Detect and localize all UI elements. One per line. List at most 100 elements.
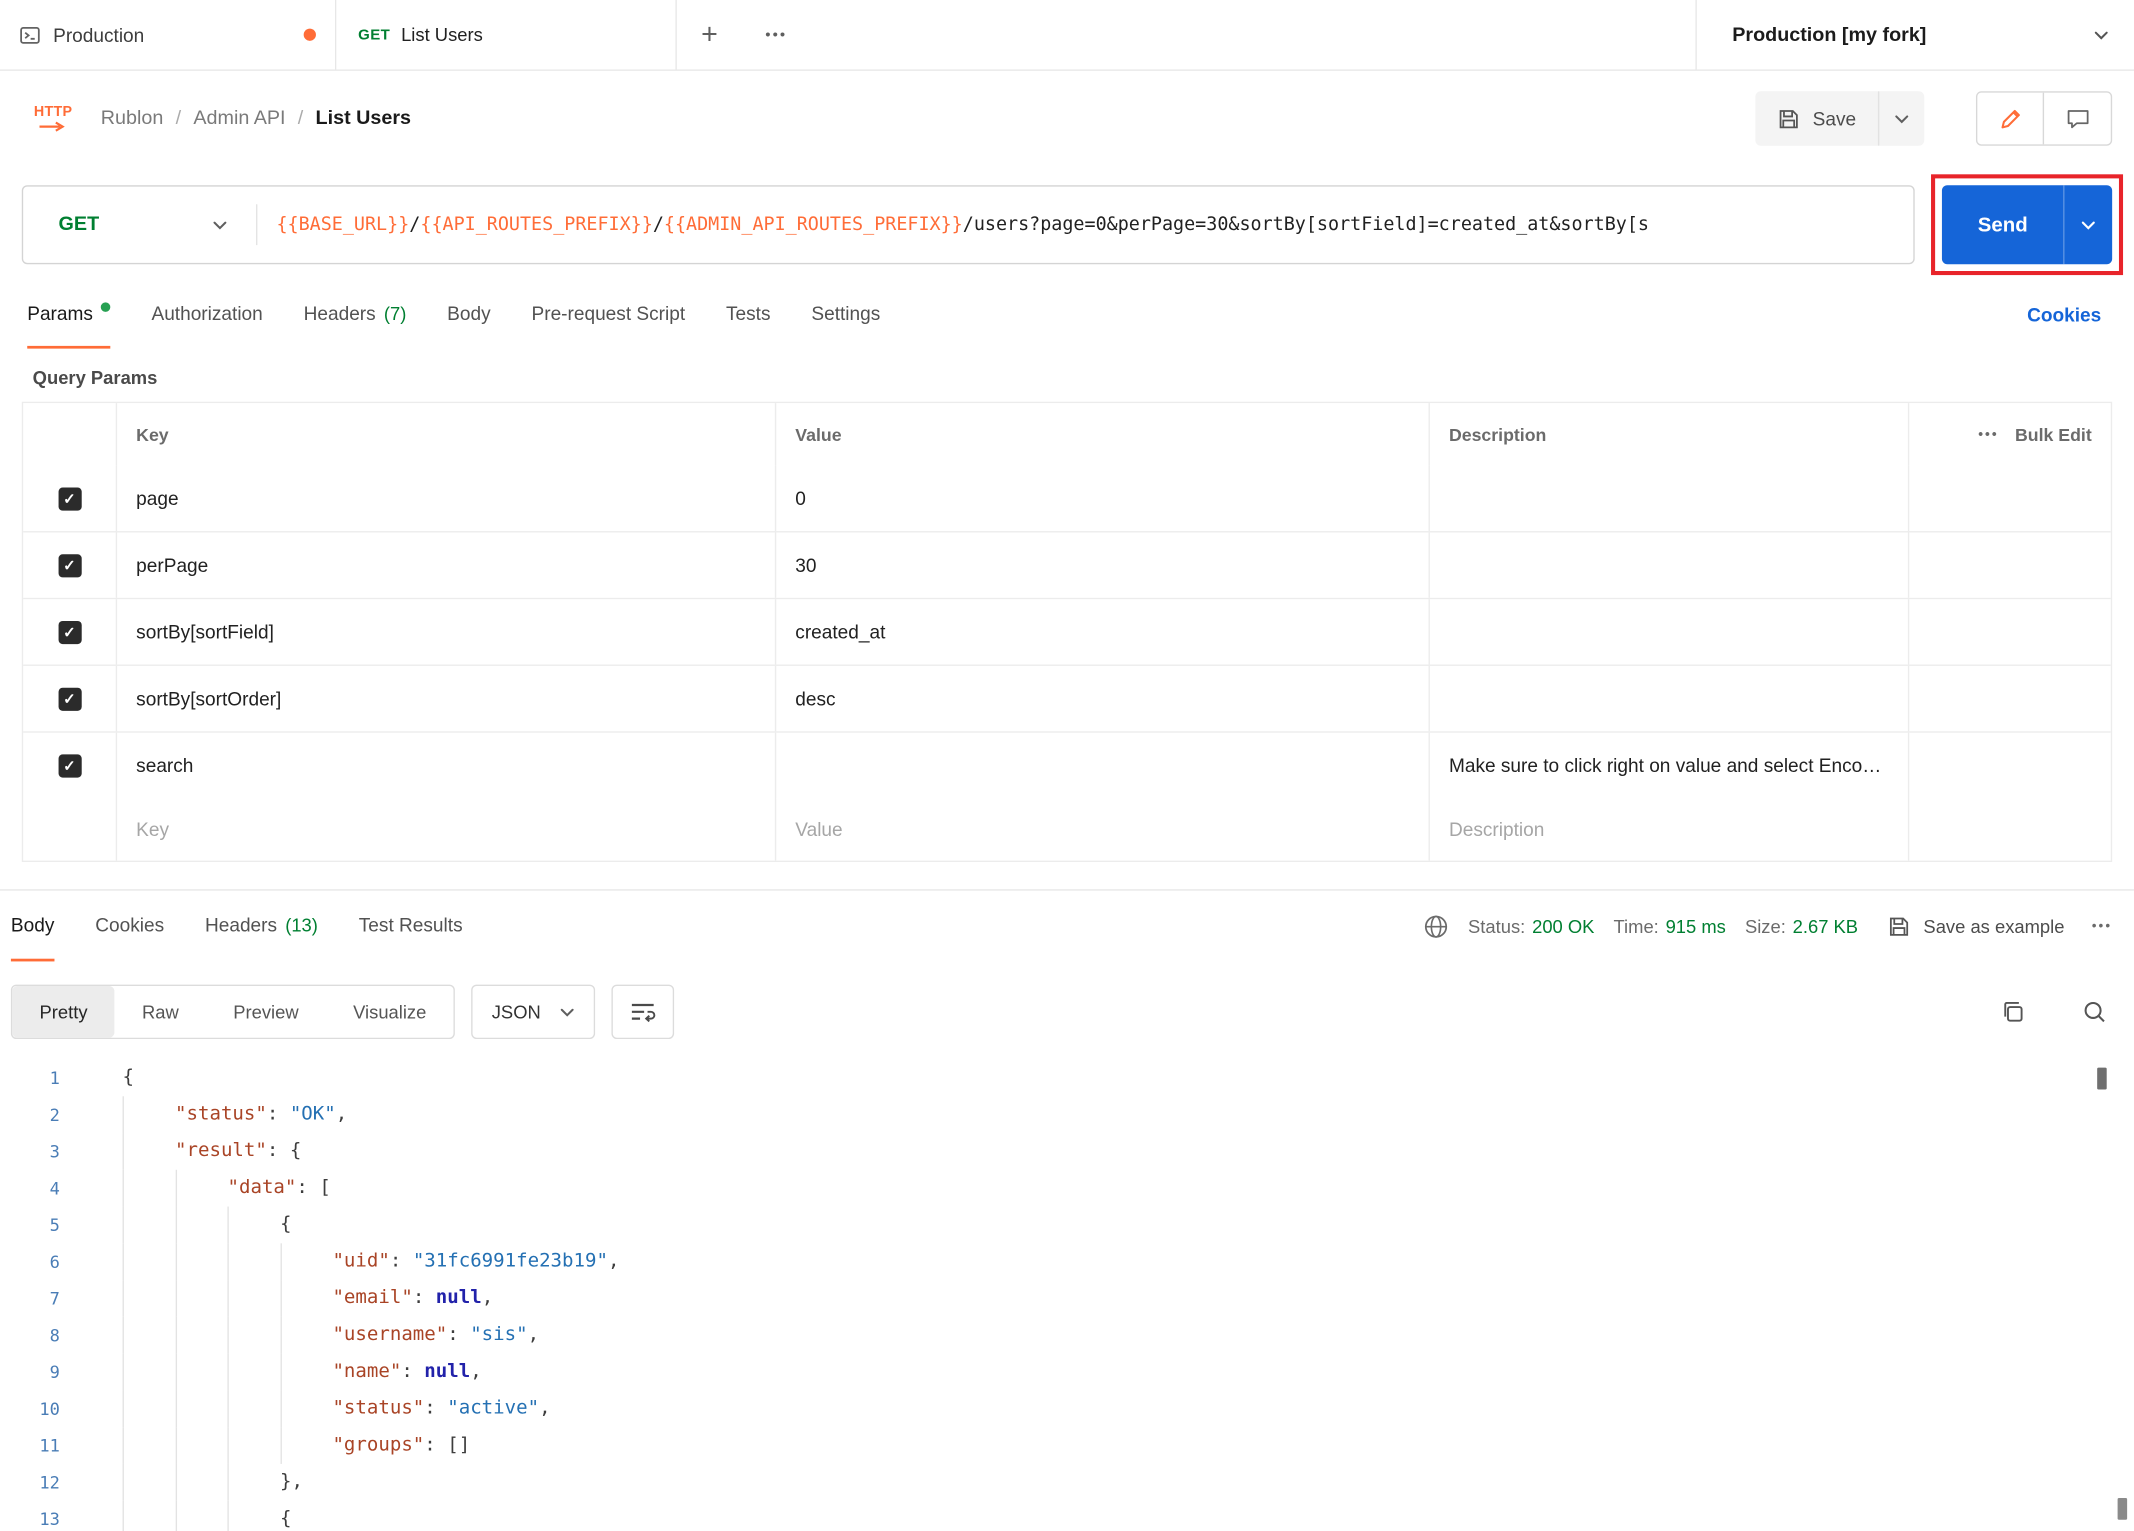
view-tab-visualize[interactable]: Visualize xyxy=(326,986,454,1038)
param-description-cell[interactable] xyxy=(1428,532,1908,598)
line-number: 9 xyxy=(49,1361,60,1383)
param-value-cell[interactable]: created_at xyxy=(774,599,1429,665)
response-tab-body[interactable]: Body xyxy=(10,891,55,962)
page-scrollbar-thumb[interactable] xyxy=(2117,1498,2128,1521)
save-options-button[interactable] xyxy=(1877,91,1924,146)
params-more-icon[interactable]: ••• xyxy=(1978,427,1998,442)
params-table: Key Value Description ••• Bulk Edit page… xyxy=(21,401,2113,863)
tab-label: Body xyxy=(10,913,55,936)
cookies-link[interactable]: Cookies xyxy=(2027,304,2101,326)
edit-request-button[interactable] xyxy=(1977,92,2045,145)
line-number: 12 xyxy=(39,1472,60,1493)
indent-guide xyxy=(227,1243,280,1281)
param-value-placeholder[interactable]: Value xyxy=(774,798,1429,861)
param-description-cell[interactable]: Make sure to click right on value and se… xyxy=(1428,732,1908,799)
param-enabled-checkbox[interactable] xyxy=(57,687,82,711)
edit-comment-button-group xyxy=(1975,91,2113,146)
param-value-cell[interactable]: 0 xyxy=(774,465,1429,532)
new-tab-button[interactable]: + xyxy=(677,0,742,69)
view-tab-raw[interactable]: Raw xyxy=(115,986,206,1038)
response-tab-test-results[interactable]: Test Results xyxy=(359,891,463,962)
tab-pre-request-script[interactable]: Pre-request Script xyxy=(532,281,686,349)
indent-guide xyxy=(122,1427,175,1464)
breadcrumb-separator: / xyxy=(175,107,182,130)
param-enabled-checkbox[interactable] xyxy=(57,553,82,577)
url-bar-row: GET {{BASE_URL}}/{{API_ROUTES_PREFIX}}/{… xyxy=(0,166,2134,280)
url-input[interactable]: {{BASE_URL}}/{{API_ROUTES_PREFIX}}/{{ADM… xyxy=(257,214,1913,236)
tab-settings[interactable]: Settings xyxy=(811,281,880,349)
param-key-cell[interactable]: sortBy[sortOrder] xyxy=(115,665,775,732)
breadcrumb-collection[interactable]: Admin API xyxy=(193,108,285,130)
code-line: 5{ xyxy=(0,1206,2134,1244)
param-key-cell[interactable]: perPage xyxy=(115,532,775,598)
param-key-placeholder[interactable]: Key xyxy=(115,798,775,861)
tab-tests[interactable]: Tests xyxy=(726,281,771,349)
tab-body[interactable]: Body xyxy=(447,281,490,349)
tab-headers[interactable]: Headers (7) xyxy=(304,281,407,349)
indent-guide xyxy=(227,1353,280,1391)
globe-icon xyxy=(1424,914,1448,938)
search-response-button[interactable] xyxy=(2082,1000,2107,1025)
save-button[interactable]: Save xyxy=(1755,91,1877,145)
tab-authorization[interactable]: Authorization xyxy=(151,281,262,349)
code-token: : xyxy=(401,1360,425,1383)
method-selected-value: GET xyxy=(58,213,100,236)
response-tab-headers[interactable]: Headers (13) xyxy=(205,891,318,962)
comment-button[interactable] xyxy=(2044,93,2111,145)
method-selector[interactable]: GET xyxy=(23,187,258,263)
environment-selector[interactable]: Production [my fork] xyxy=(1695,0,2133,70)
response-tab-cookies[interactable]: Cookies xyxy=(95,891,164,962)
param-value-cell[interactable] xyxy=(774,732,1429,799)
http-arrow-icon xyxy=(39,121,65,132)
response-header-row: Body Cookies Headers (13) Test Results Statu… xyxy=(0,891,2134,962)
bulk-edit-button[interactable]: Bulk Edit xyxy=(2015,424,2092,444)
save-as-example-button[interactable]: Save as example xyxy=(1888,914,2064,937)
indent-guide xyxy=(122,1133,175,1170)
param-row: perPage30 xyxy=(23,531,2111,598)
line-content: "result": { xyxy=(87,1133,301,1170)
view-tab-pretty[interactable]: Pretty xyxy=(12,985,115,1038)
view-tab-preview[interactable]: Preview xyxy=(206,986,326,1038)
param-checkbox-cell xyxy=(23,532,116,597)
param-meta-cell xyxy=(1907,665,2111,732)
url-text: / xyxy=(409,213,421,236)
param-key-cell[interactable]: search xyxy=(115,732,775,799)
response-toolbar-right xyxy=(2000,1000,2106,1025)
format-selected-value: JSON xyxy=(491,1001,541,1023)
tab-params[interactable]: Params xyxy=(27,281,111,349)
time-label: Time: xyxy=(1613,915,1659,937)
search-icon xyxy=(2084,1001,2105,1023)
param-description-cell[interactable] xyxy=(1428,665,1908,732)
param-enabled-checkbox[interactable] xyxy=(57,486,82,510)
response-format-select[interactable]: JSON xyxy=(471,984,596,1040)
param-description-placeholder[interactable]: Description xyxy=(1428,798,1908,861)
param-value-cell[interactable]: 30 xyxy=(774,532,1429,598)
code-scrollbar-thumb[interactable] xyxy=(2097,1067,2107,1090)
response-more-icon[interactable]: ••• xyxy=(2092,919,2112,934)
send-button-group: Send xyxy=(1942,185,2113,265)
chevron-down-icon xyxy=(2094,30,2108,39)
open-request-tab[interactable]: GET List Users xyxy=(336,0,677,70)
param-enabled-checkbox[interactable] xyxy=(57,620,82,644)
code-token: "data" xyxy=(227,1176,297,1199)
breadcrumb-current[interactable]: List Users xyxy=(316,108,411,130)
code-line: 6 "uid": "31fc6991fe23b19", xyxy=(0,1243,2134,1281)
param-description-cell[interactable] xyxy=(1428,599,1908,665)
code-line: 2 "status": "OK", xyxy=(0,1096,2134,1134)
param-key-cell[interactable]: page xyxy=(115,465,775,532)
param-description-cell[interactable] xyxy=(1428,465,1908,532)
param-enabled-checkbox[interactable] xyxy=(57,753,82,777)
param-key-cell[interactable]: sortBy[sortField] xyxy=(115,599,775,665)
indent-guide xyxy=(175,1316,227,1354)
breadcrumb-workspace[interactable]: Rublon xyxy=(101,108,164,130)
code-token: : [] xyxy=(424,1433,471,1456)
workspace-tab[interactable]: Production xyxy=(0,0,337,70)
param-value-cell[interactable]: desc xyxy=(774,665,1429,732)
tab-more-options-icon[interactable]: ••• xyxy=(742,0,810,69)
send-options-button[interactable] xyxy=(2063,185,2112,265)
wrap-text-button[interactable] xyxy=(611,984,675,1040)
indent-guide xyxy=(227,1463,280,1501)
breadcrumb-separator: / xyxy=(297,107,304,130)
copy-response-button[interactable] xyxy=(2000,1000,2025,1025)
send-button[interactable]: Send xyxy=(1942,185,2063,264)
